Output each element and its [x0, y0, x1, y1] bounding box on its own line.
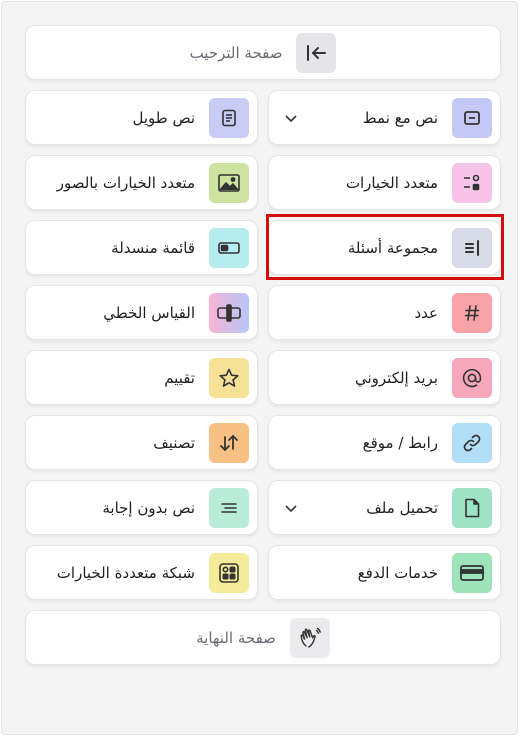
block-label: متعدد الخيارات [345, 173, 438, 192]
end-page-label: صفحة النهاية [196, 628, 276, 647]
welcome-page-label: صفحة الترحيب [189, 43, 283, 62]
block-label: متعدد الخيارات بالصور [56, 173, 195, 192]
block-label: نص مع نمط [362, 108, 438, 127]
block-long-text[interactable]: نص طويل [25, 90, 258, 145]
block-payment[interactable]: خدمات الدفع [268, 545, 501, 600]
dropdown-select-icon [209, 227, 249, 268]
grid-choice-icon [209, 552, 249, 593]
document-lines-icon [209, 97, 249, 138]
choice-list-icon [452, 162, 492, 203]
at-sign-icon [452, 357, 492, 398]
block-label: تقييم [164, 368, 195, 387]
block-label: مجموعة أسئلة [347, 238, 438, 257]
block-picture-choice[interactable]: متعدد الخيارات بالصور [25, 155, 258, 210]
linear-scale-icon [209, 292, 249, 333]
block-label: بريد إلكتروني [354, 368, 438, 387]
star-icon [209, 357, 249, 398]
block-label: رابط / موقع [362, 433, 438, 452]
block-label: القياس الخطي [103, 303, 195, 322]
link-icon [452, 422, 492, 463]
block-linear-scale[interactable]: القياس الخطي [25, 285, 258, 340]
block-multiple-choice[interactable]: متعدد الخيارات [268, 155, 501, 210]
collapse-left-arrow-icon [296, 32, 337, 73]
block-label: شبكة متعددة الخيارات [56, 563, 195, 582]
sort-arrows-icon [209, 422, 249, 463]
file-icon [452, 487, 492, 528]
block-label: قائمة منسدلة [111, 238, 195, 257]
block-website[interactable]: رابط / موقع [268, 415, 501, 470]
block-label: تحميل ملف [366, 498, 438, 517]
block-styled-text[interactable]: نص مع نمط [268, 90, 501, 145]
block-dropdown[interactable]: قائمة منسدلة [25, 220, 258, 275]
block-label: نص طويل [132, 108, 195, 127]
block-matrix[interactable]: شبكة متعددة الخيارات [25, 545, 258, 600]
block-rating[interactable]: تقييم [25, 350, 258, 405]
block-label: عدد [414, 303, 438, 322]
group-list-icon [452, 227, 492, 268]
block-question-group[interactable]: مجموعة أسئلة [268, 220, 501, 275]
block-email[interactable]: بريد إلكتروني [268, 350, 501, 405]
end-page-button[interactable]: صفحة النهاية [25, 610, 501, 665]
block-file-upload[interactable]: تحميل ملف [268, 480, 501, 535]
question-type-panel: صفحة الترحيب نص مع نمط نص طويل متعدد الخ… [1, 1, 518, 735]
image-icon [209, 162, 249, 203]
credit-card-icon [452, 552, 492, 593]
waving-hand-icon [289, 617, 330, 658]
chevron-down-icon[interactable] [283, 500, 299, 516]
block-statement[interactable]: نص بدون إجابة [25, 480, 258, 535]
text-lines-icon [209, 487, 249, 528]
block-ranking[interactable]: تصنيف [25, 415, 258, 470]
block-label: خدمات الدفع [357, 563, 438, 582]
welcome-page-button[interactable]: صفحة الترحيب [25, 25, 501, 80]
text-box-icon [452, 97, 492, 138]
block-number[interactable]: عدد [268, 285, 501, 340]
chevron-down-icon[interactable] [283, 110, 299, 126]
hash-icon [452, 292, 492, 333]
block-label: تصنيف [153, 433, 195, 452]
block-label: نص بدون إجابة [102, 498, 195, 517]
